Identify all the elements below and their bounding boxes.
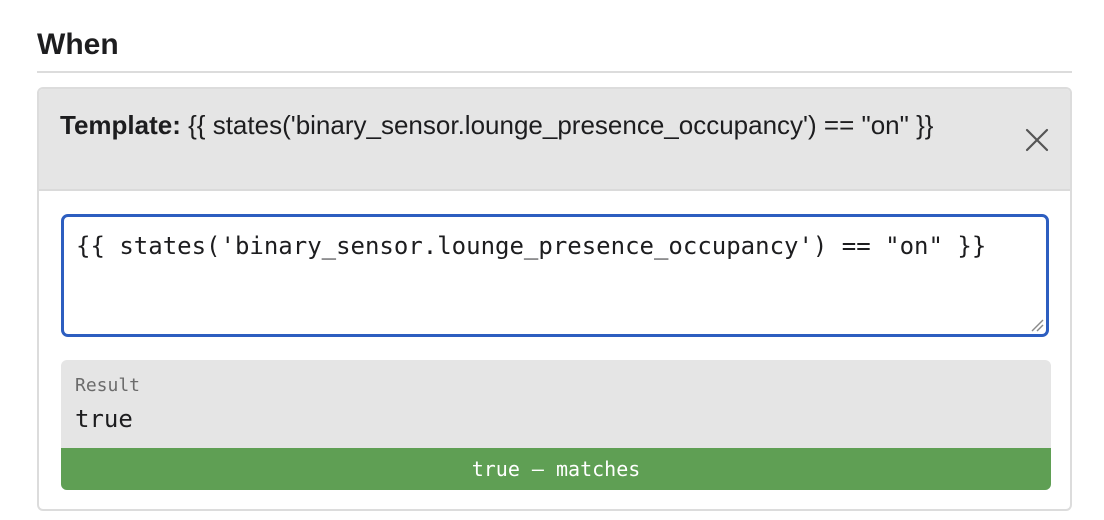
condition-header[interactable]: Template: {{ states('binary_sensor.loung…: [39, 89, 1070, 191]
result-label: Result: [75, 375, 141, 396]
section-title: When: [37, 28, 119, 61]
template-editor[interactable]: {{ states('binary_sensor.lounge_presence…: [61, 214, 1049, 337]
condition-title: Template: {{ states('binary_sensor.loung…: [60, 109, 990, 142]
condition-type-label: Template:: [60, 110, 181, 140]
remove-condition-button[interactable]: [1022, 125, 1052, 155]
section-divider: [37, 71, 1072, 73]
condition-summary: {{ states('binary_sensor.lounge_presence…: [188, 110, 934, 140]
template-result: Result true true — matches: [61, 360, 1051, 490]
template-condition-card: Template: {{ states('binary_sensor.loung…: [37, 87, 1072, 511]
resize-handle-icon[interactable]: [1030, 318, 1044, 332]
result-value: true: [75, 405, 133, 433]
match-status-bar: true — matches: [61, 448, 1051, 490]
close-icon: [1025, 128, 1049, 152]
template-editor-text[interactable]: {{ states('binary_sensor.lounge_presence…: [76, 230, 1026, 262]
